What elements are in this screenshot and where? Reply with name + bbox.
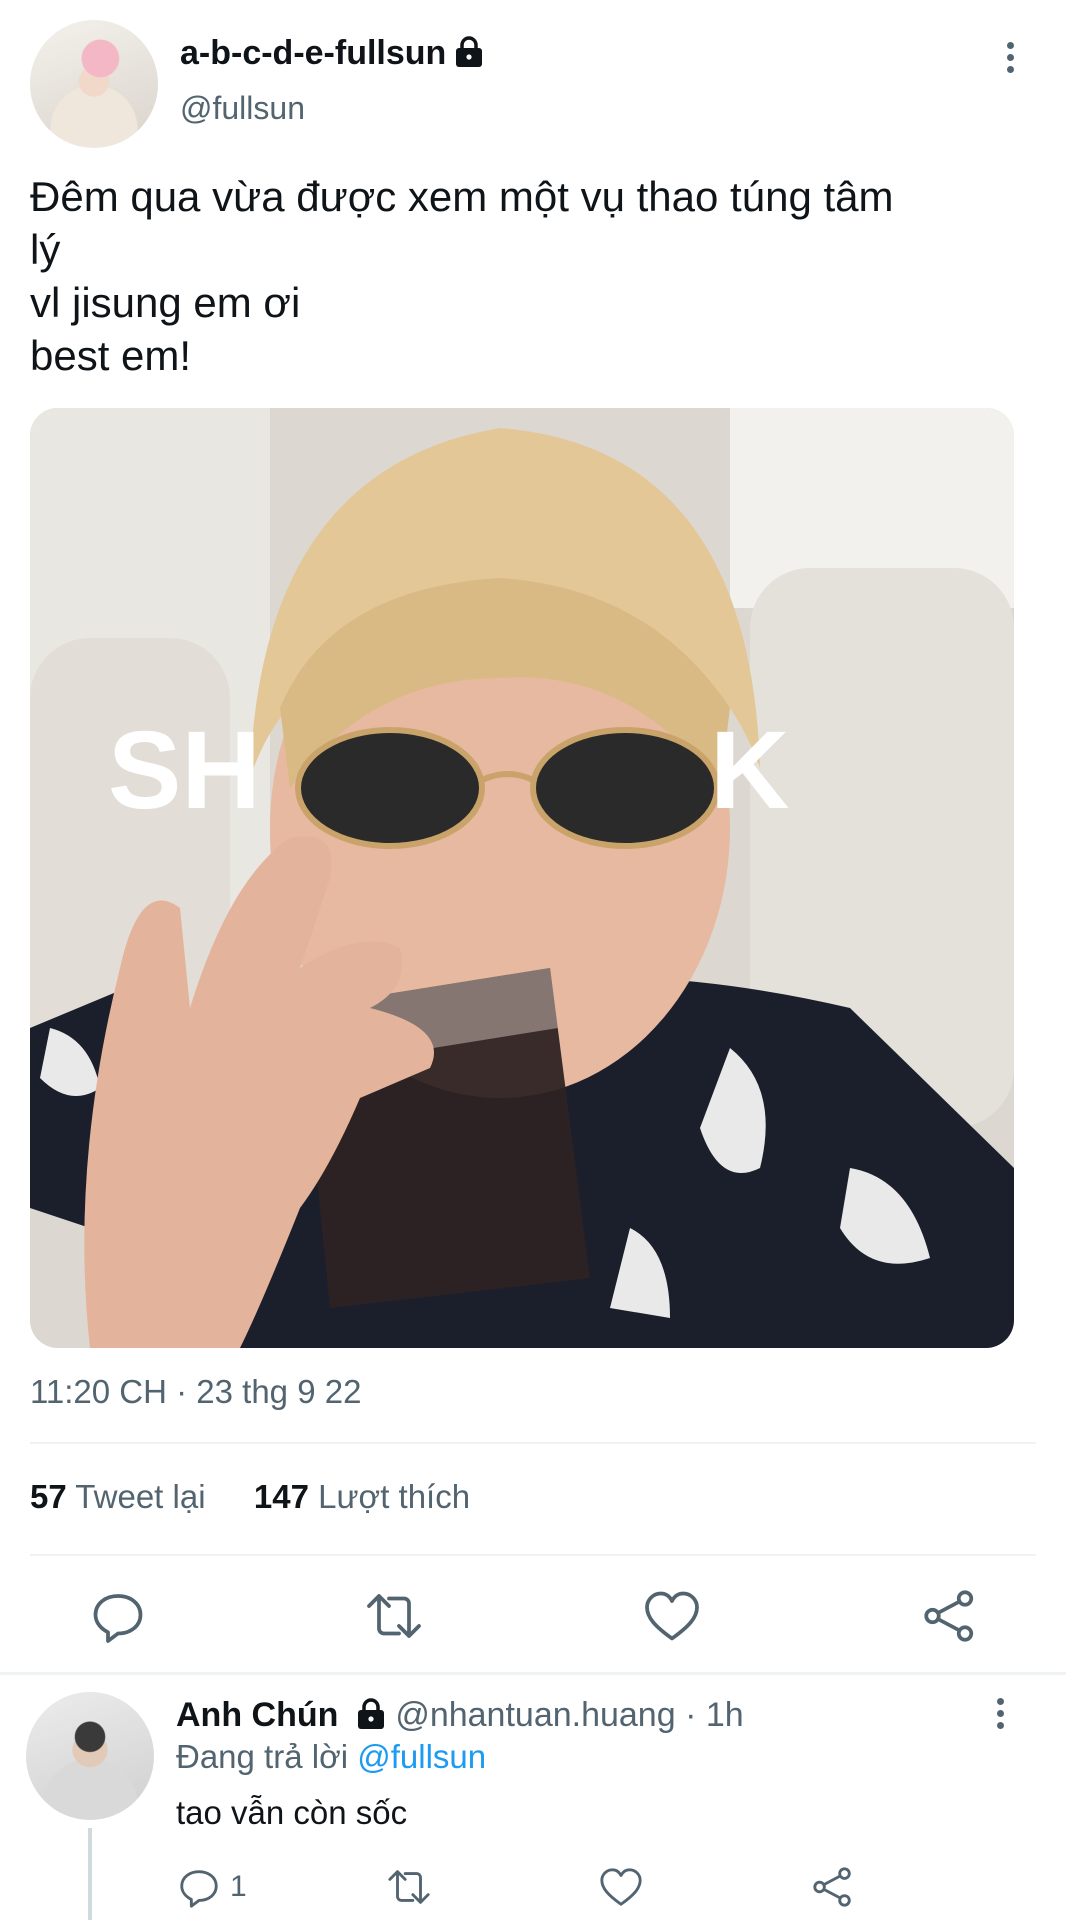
like-icon[interactable] — [642, 1586, 702, 1646]
reply-header: Anh Chún @nhantuan.huang · 1h — [176, 1696, 744, 1735]
divider — [30, 1442, 1036, 1444]
author-display-name[interactable]: a-b-c-d-e-fullsun — [180, 34, 446, 72]
share-icon[interactable] — [920, 1586, 980, 1646]
tweet-photo[interactable]: SH K — [30, 408, 1014, 1348]
tweet-timestamp[interactable]: 11:20 CH · 23 thg 9 22 — [30, 1373, 361, 1411]
reply-count: 1 — [230, 1870, 247, 1903]
replying-to-link[interactable]: @fullsun — [357, 1738, 486, 1775]
tweet-text: Đêm qua vừa được xem một vụ thao túng tâ… — [30, 173, 894, 379]
share-icon — [813, 1867, 851, 1907]
more-options-icon[interactable] — [1000, 42, 1020, 82]
author-name-row[interactable]: a-b-c-d-e-fullsun — [180, 34, 484, 73]
like-icon — [600, 1868, 642, 1906]
retweet-count[interactable]: 57 — [30, 1478, 67, 1515]
like-label[interactable]: Lượt thích — [318, 1478, 470, 1515]
divider — [30, 1554, 1036, 1556]
retweet-icon — [388, 1870, 430, 1904]
lock-icon — [456, 36, 483, 67]
reply-author-name[interactable]: Anh Chún — [176, 1696, 338, 1734]
tweet-stats: 57 Tweet lại 147 Lượt thích — [30, 1478, 470, 1516]
image-overlay-text-right: K — [710, 709, 789, 832]
like-count[interactable]: 147 — [254, 1478, 309, 1515]
reply-share-button[interactable] — [810, 1862, 856, 1912]
reply-handle-time[interactable]: @nhantuan.huang · 1h — [395, 1696, 743, 1734]
image-overlay-text-left: SH — [108, 709, 261, 832]
more-options-icon[interactable] — [990, 1698, 1010, 1738]
thread-line — [88, 1828, 92, 1920]
retweet-label[interactable]: Tweet lại — [75, 1478, 205, 1515]
reply-reply-button[interactable]: 1 — [176, 1862, 247, 1912]
replying-to: Đang trả lời @fullsun — [176, 1738, 486, 1776]
replying-prefix: Đang trả lời — [176, 1738, 349, 1775]
retweet-icon[interactable] — [364, 1586, 424, 1646]
reply-icon[interactable] — [88, 1586, 148, 1646]
divider — [0, 1672, 1066, 1675]
reply-icon — [180, 1870, 218, 1908]
author-avatar[interactable] — [30, 20, 158, 148]
lock-icon — [357, 1698, 384, 1729]
reply-retweet-button[interactable] — [386, 1862, 432, 1912]
reply-like-button[interactable] — [598, 1862, 644, 1912]
reply-text: tao vẫn còn sốc — [176, 1794, 408, 1831]
author-handle[interactable]: @fullsun — [180, 90, 305, 127]
reply-author-avatar[interactable] — [26, 1692, 154, 1820]
